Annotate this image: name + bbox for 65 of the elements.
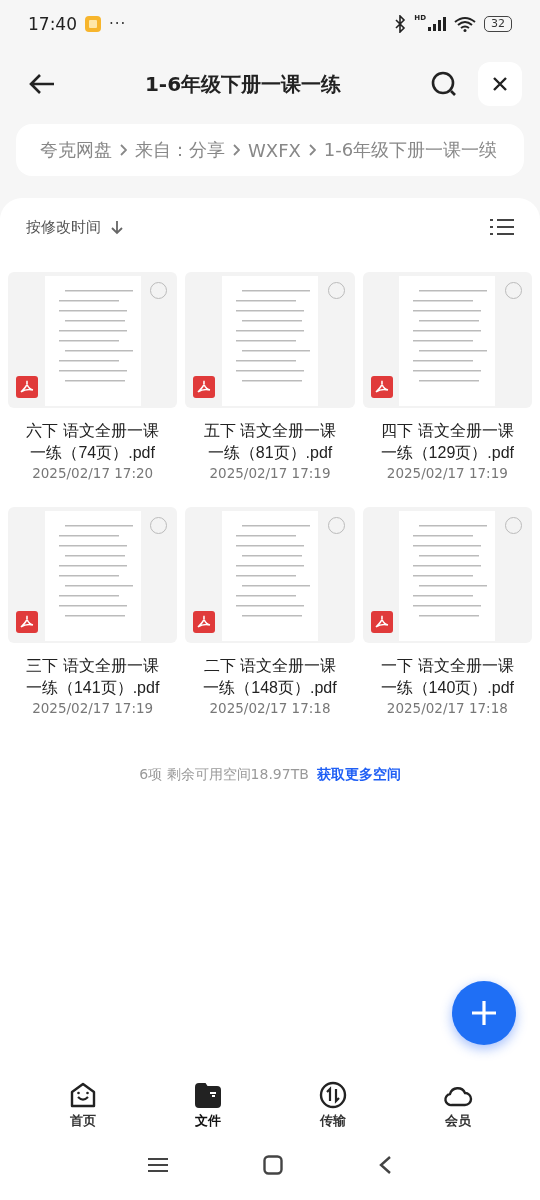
- nav-tab[interactable]: 传输: [297, 1080, 368, 1130]
- document-preview-icon: [399, 511, 496, 641]
- get-more-space-link[interactable]: 获取更多空间: [316, 766, 401, 784]
- pdf-icon: [193, 611, 216, 633]
- plus-icon: [470, 999, 498, 1027]
- file-thumbnail[interactable]: [362, 507, 532, 643]
- file-thumbnail[interactable]: [8, 507, 178, 643]
- folder-title: 1-6年级下册一课一练: [143, 70, 343, 98]
- search-icon: [430, 70, 458, 98]
- pdf-icon: [370, 376, 393, 398]
- close-icon: [491, 75, 509, 93]
- file-thumbnail[interactable]: [185, 272, 355, 408]
- file-date: 2025/02/17 17:19: [386, 465, 508, 481]
- file-thumbnail[interactable]: [362, 272, 532, 408]
- document-preview-icon: [44, 511, 141, 641]
- breadcrumb-link[interactable]: 夸克网盘: [40, 138, 112, 162]
- file-date: 2025/02/17 17:18: [209, 700, 331, 716]
- sort-button[interactable]: 按修改时间: [26, 217, 123, 237]
- list-view-icon[interactable]: [490, 218, 514, 236]
- storage-summary: 6项 剩余可用空间18.97TB: [139, 766, 309, 784]
- file-name: 三下 语文全册一课一练（141页）.pdf: [24, 656, 161, 698]
- pdf-icon: [16, 611, 38, 633]
- pdf-icon: [193, 376, 216, 398]
- signal-icon: [428, 17, 446, 31]
- home-square-icon[interactable]: [263, 1155, 283, 1175]
- nav-tab[interactable]: 会员: [422, 1080, 493, 1130]
- file-date: 2025/02/17 17:18: [386, 700, 508, 716]
- file-date: 2025/02/17 17:19: [209, 465, 331, 481]
- nav-tab[interactable]: 首页: [47, 1080, 118, 1130]
- file-date: 2025/02/17 17:20: [32, 465, 154, 481]
- chevron-icon: [308, 144, 316, 156]
- close-button[interactable]: [478, 62, 522, 106]
- breadcrumb-link[interactable]: 来自：分享: [135, 138, 225, 162]
- wifi-icon: [454, 16, 476, 32]
- status-time: 17:40: [28, 14, 77, 34]
- breadcrumb-link[interactable]: 1-6年级下册一课一绬: [323, 138, 498, 162]
- file-name: 四下 语文全册一课一练（129页）.pdf: [379, 421, 515, 463]
- document-preview-icon: [44, 276, 141, 406]
- folder-icon: [192, 1080, 223, 1110]
- battery-level: 32: [484, 16, 512, 32]
- pdf-icon: [370, 611, 393, 633]
- more-notifications: ···: [109, 15, 127, 33]
- chevron-icon: [120, 144, 127, 156]
- file-name: 一下 语文全册一课一练（140页）.pdf: [379, 656, 515, 698]
- file-name: 二下 语文全册一课一练（148页）.pdf: [202, 656, 338, 698]
- document-preview-icon: [399, 276, 496, 406]
- file-thumbnail[interactable]: [8, 272, 178, 408]
- document-preview-icon: [222, 276, 318, 406]
- breadcrumb-link[interactable]: WXFX: [248, 139, 301, 161]
- sort-label: 按修改时间: [26, 217, 101, 237]
- back-arrow-icon: [28, 72, 56, 96]
- nav-tab[interactable]: 文件: [172, 1080, 243, 1130]
- app-notification-icon: [85, 16, 101, 32]
- pdf-icon: [16, 376, 38, 398]
- file-thumbnail[interactable]: [185, 507, 355, 643]
- down-arrow-icon: [111, 219, 123, 235]
- back-nav-icon[interactable]: [378, 1155, 392, 1175]
- file-date: 2025/02/17 17:19: [32, 700, 154, 716]
- transfer-icon: [317, 1080, 348, 1110]
- bluetooth-icon: [394, 15, 407, 33]
- file-name: 五下 语文全册一课一练（81页）.pdf: [202, 421, 338, 463]
- document-preview-icon: [222, 511, 318, 641]
- file-name: 六下 语文全册一课一练（74页）.pdf: [25, 421, 160, 463]
- chevron-icon: [233, 144, 240, 156]
- menu-icon[interactable]: [148, 1157, 168, 1173]
